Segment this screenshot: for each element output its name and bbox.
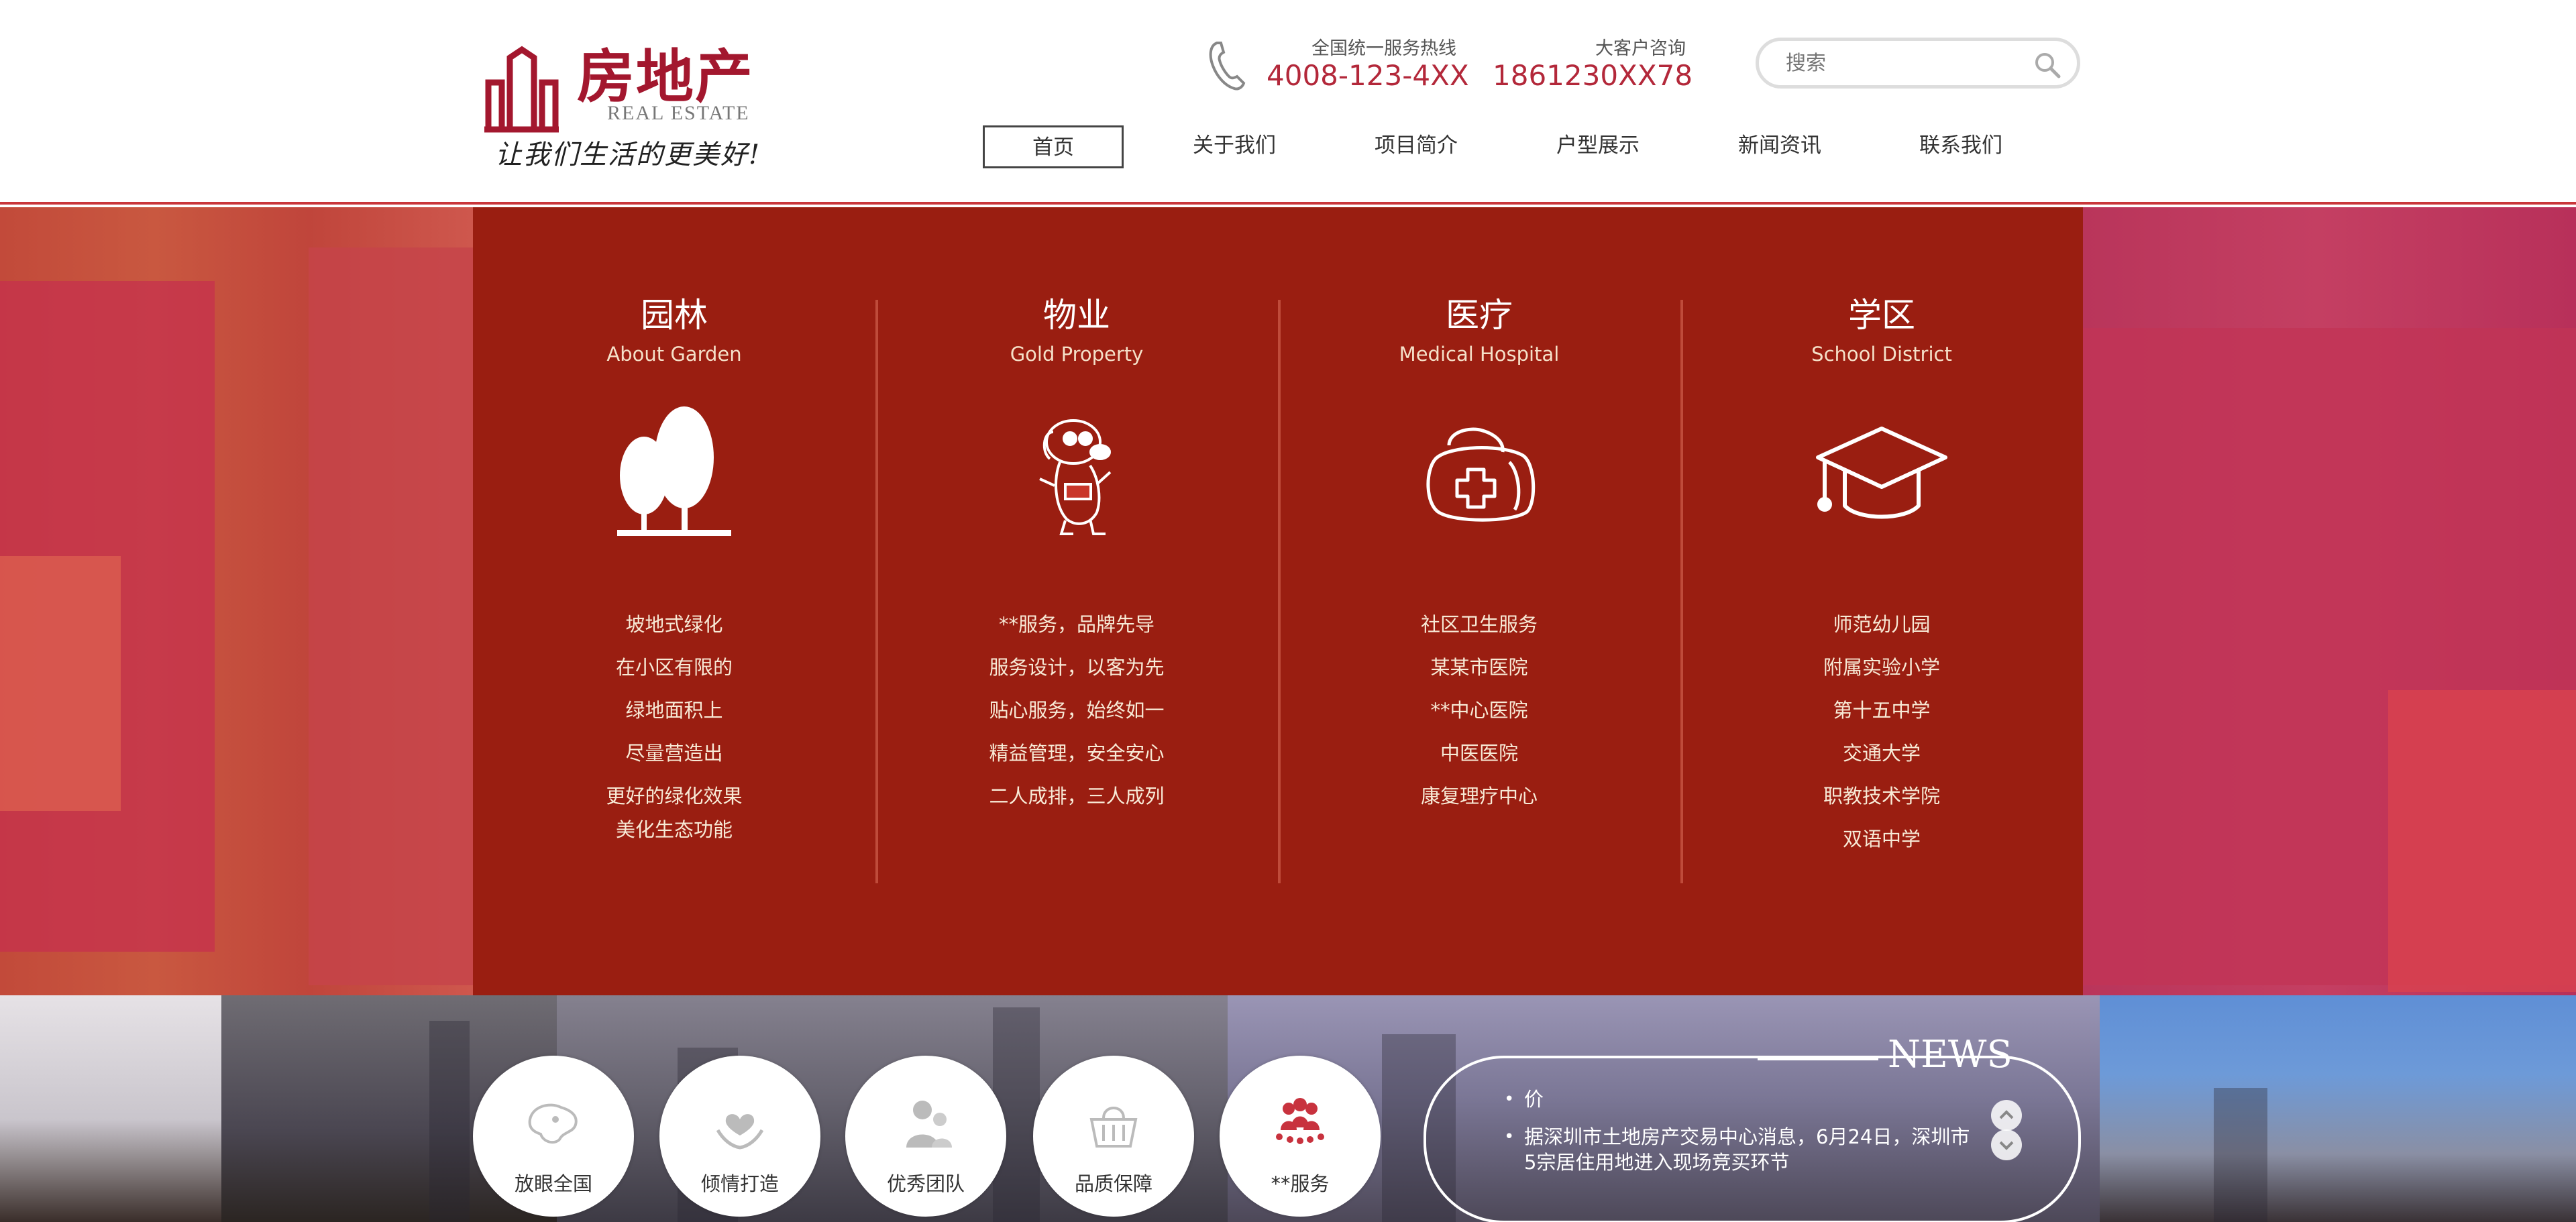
- service-label: 优秀团队: [886, 1172, 965, 1195]
- city-background: [0, 995, 221, 1222]
- feature-line: 双语中学: [1842, 828, 1921, 850]
- feature-description: **服务，品牌先导 服务设计，以客为先 贴心服务，始终如一 精益管理，安全安心 …: [875, 603, 1278, 818]
- service-craft[interactable]: 倾情打造: [659, 1056, 820, 1217]
- feature-line: 绿地面积上: [625, 699, 723, 722]
- feature-line: 中医医院: [1440, 742, 1518, 765]
- logo-building-icon: [484, 46, 559, 133]
- feature-description: 坡地式绿化 在小区有限的 绿地面积上 尽量营造出 更好的绿化效果 美化生态功能: [473, 603, 875, 847]
- heart-hands-icon: [716, 1114, 764, 1150]
- city-background: [2100, 995, 2576, 1222]
- news-item-text: 价: [1524, 1088, 1544, 1111]
- search-input[interactable]: [1786, 49, 2027, 77]
- feature-line: 在小区有限的: [615, 656, 733, 679]
- nav-projects[interactable]: 项目简介: [1346, 125, 1487, 168]
- medical-kit-icon: [1426, 427, 1536, 522]
- feature-line: 服务设计，以客为先: [989, 656, 1165, 679]
- feature-subtitle: Medical Hospital: [1399, 343, 1560, 366]
- service-support[interactable]: **服务: [1220, 1056, 1381, 1217]
- news-item[interactable]: • 据深圳市土地房产交易中心消息，6月24日，深圳市5宗居住用地进入现场竞买环节: [1504, 1124, 1980, 1175]
- feature-line: **服务，品牌先导: [998, 613, 1155, 636]
- feature-subtitle: About Garden: [606, 343, 742, 366]
- consult-label: 大客户咨询: [1595, 38, 1686, 59]
- services-strip: 放眼全国 倾情打造 优秀团队 品质保障 **服务 NEWS • 价 • 据深圳市…: [0, 995, 2576, 1222]
- logo-subtitle: REAL ESTATE: [607, 102, 750, 124]
- service-label: 倾情打造: [700, 1172, 779, 1195]
- feature-property[interactable]: 物业 Gold Property **服务，品牌先导 服务设计，以客为先 贴心服…: [875, 207, 1278, 995]
- banner-background-shape: [0, 556, 121, 811]
- feature-garden[interactable]: 园林 About Garden 坡地式绿化 在小区有限的 绿地面积上 尽量营造出…: [473, 207, 875, 995]
- feature-line: 贴心服务，始终如一: [989, 699, 1165, 722]
- phone-icon: [1209, 42, 1246, 91]
- search-icon[interactable]: [2033, 50, 2062, 80]
- site-header: 房地产 REAL ESTATE 让我们生活的更美好! 全国统一服务热线 4008…: [0, 0, 2576, 205]
- hotline-number: 4008-123-4XX: [1267, 59, 1469, 92]
- service-team[interactable]: 优秀团队: [845, 1056, 1006, 1217]
- banner-background-shape: [309, 247, 476, 985]
- feature-line: 某某市医院: [1430, 656, 1528, 679]
- feature-line: **中心医院: [1430, 699, 1528, 722]
- hotline-label: 全国统一服务热线: [1311, 38, 1456, 59]
- vip-consult: 大客户咨询 1861230XX78: [1493, 34, 1694, 101]
- logo-slogan: 让我们生活的更美好!: [495, 140, 761, 170]
- map-icon: [528, 1103, 578, 1144]
- mascot-icon: [1039, 419, 1112, 535]
- service-label: 放眼全国: [514, 1172, 592, 1195]
- nav-about[interactable]: 关于我们: [1164, 125, 1305, 168]
- service-quality[interactable]: 品质保障: [1033, 1056, 1194, 1217]
- feature-line: 康复理疗中心: [1420, 785, 1538, 808]
- news-tag: NEWS: [1888, 1033, 2012, 1076]
- banner-background-shape: [2388, 690, 2576, 992]
- feature-line: 第十五中学: [1833, 699, 1931, 722]
- hero-banner: 园林 About Garden 坡地式绿化 在小区有限的 绿地面积上 尽量营造出…: [0, 207, 2576, 995]
- people-group-icon: [1276, 1098, 1324, 1144]
- feature-panel: 园林 About Garden 坡地式绿化 在小区有限的 绿地面积上 尽量营造出…: [473, 207, 2083, 995]
- feature-subtitle: School District: [1811, 343, 1952, 366]
- nav-contact[interactable]: 联系我们: [1890, 125, 2031, 168]
- feature-medical[interactable]: 医疗 Medical Hospital 社区卫生服务 某某市医院 **中心医院 …: [1278, 207, 1680, 995]
- feature-line: 尽量营造出: [625, 742, 723, 765]
- feature-line: 美化生态功能: [615, 818, 733, 841]
- consult-number: 1861230XX78: [1493, 59, 1693, 92]
- graduation-cap-icon: [1816, 427, 1947, 519]
- feature-title: 医疗: [1446, 296, 1513, 335]
- bullet-icon: •: [1504, 1127, 1515, 1147]
- feature-title: 学区: [1848, 296, 1915, 335]
- news-down-arrow-icon[interactable]: [1991, 1129, 2022, 1160]
- trees-icon: [617, 406, 731, 536]
- city-background: [2214, 1088, 2267, 1222]
- feature-line: 坡地式绿化: [625, 613, 723, 636]
- feature-line: 二人成排，三人成列: [989, 785, 1165, 808]
- service-label: **服务: [1271, 1172, 1330, 1195]
- news-up-arrow-icon[interactable]: [1991, 1100, 2022, 1131]
- feature-line: 交通大学: [1842, 742, 1921, 765]
- nav-news[interactable]: 新闻资讯: [1709, 125, 1850, 168]
- city-background: [429, 1021, 470, 1222]
- service-label: 品质保障: [1074, 1172, 1152, 1195]
- feature-line: 附属实验小学: [1823, 656, 1940, 679]
- nav-floorplans[interactable]: 户型展示: [1527, 125, 1668, 168]
- site-logo[interactable]: 房地产 REAL ESTATE 让我们生活的更美好!: [483, 40, 765, 174]
- feature-line: 更好的绿化效果: [606, 785, 743, 808]
- news-item-text: 据深圳市土地房产交易中心消息，6月24日，深圳市5宗居住用地进入现场竞买环节: [1524, 1125, 1970, 1174]
- news-divider: [1758, 1058, 1878, 1060]
- feature-title: 园林: [641, 296, 708, 335]
- feature-line: 职教技术学院: [1823, 785, 1940, 808]
- basket-icon: [1089, 1107, 1138, 1148]
- service-nationwide[interactable]: 放眼全国: [473, 1056, 634, 1217]
- bullet-icon: •: [1504, 1089, 1515, 1109]
- feature-school[interactable]: 学区 School District 师范幼儿园 附属实验小学 第十五中学 交通…: [1680, 207, 2083, 995]
- feature-description: 师范幼儿园 附属实验小学 第十五中学 交通大学 职教技术学院 双语中学: [1680, 603, 2083, 860]
- service-hotline: 全国统一服务热线 4008-123-4XX: [1208, 34, 1476, 101]
- team-icon: [906, 1101, 952, 1148]
- feature-line: 社区卫生服务: [1420, 613, 1538, 636]
- feature-line: 精益管理，安全安心: [989, 742, 1165, 765]
- feature-subtitle: Gold Property: [1010, 343, 1144, 366]
- feature-description: 社区卫生服务 某某市医院 **中心医院 中医医院 康复理疗中心: [1278, 603, 1680, 818]
- search-box: [1756, 38, 2080, 89]
- feature-line: 师范幼儿园: [1833, 613, 1931, 636]
- feature-title: 物业: [1043, 296, 1110, 335]
- nav-home[interactable]: 首页: [983, 125, 1124, 168]
- news-item[interactable]: • 价: [1504, 1087, 1980, 1112]
